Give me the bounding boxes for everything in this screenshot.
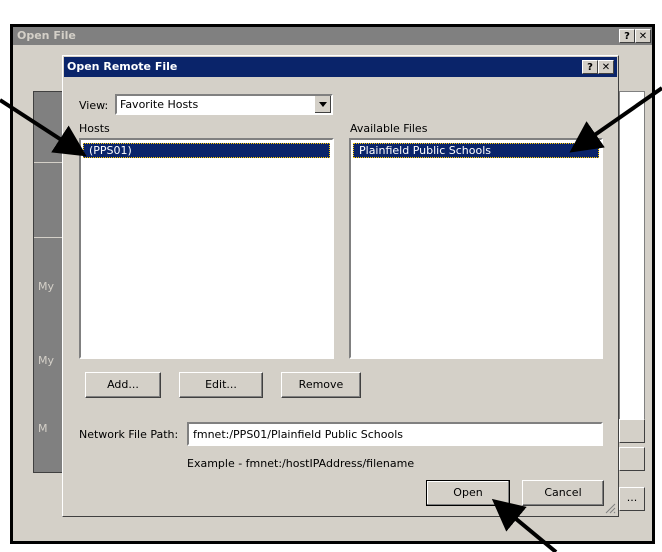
arrow-to-host xyxy=(0,98,87,157)
arrow-to-file xyxy=(569,86,662,153)
annotation-arrows xyxy=(0,86,662,552)
arrow-to-open xyxy=(491,498,558,552)
